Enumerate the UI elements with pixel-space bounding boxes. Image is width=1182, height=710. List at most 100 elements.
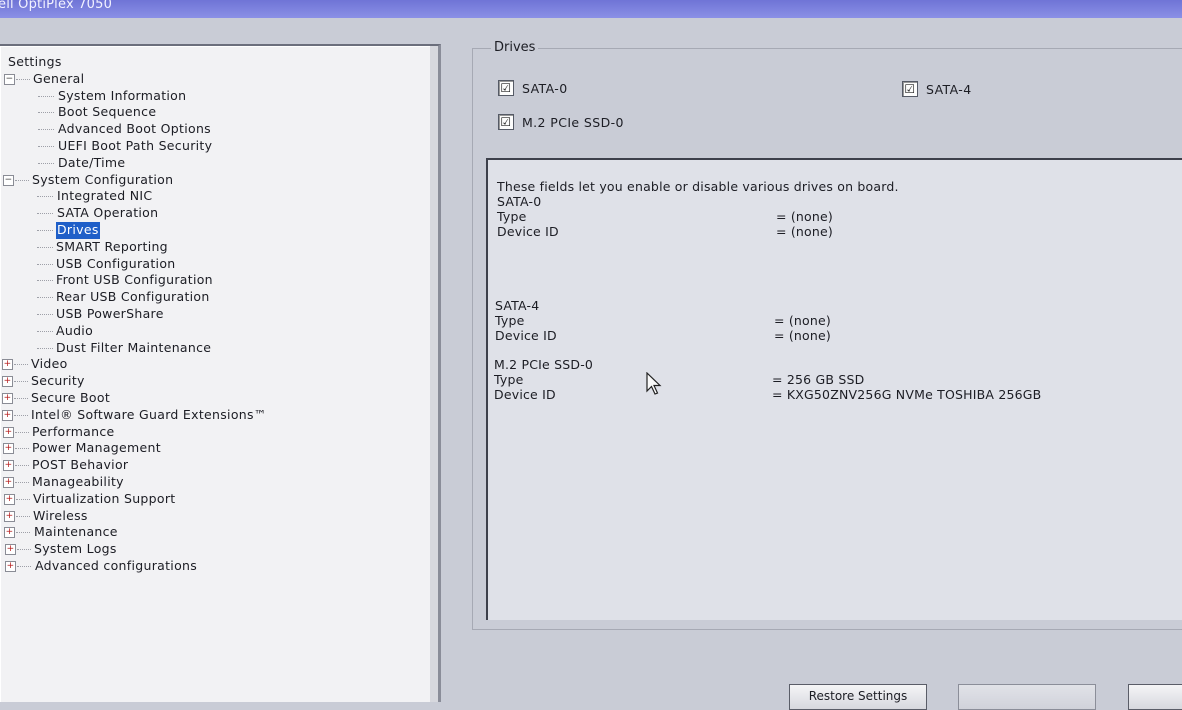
tree-group-label: POST Behavior (32, 457, 129, 473)
tree-item-date-time[interactable]: Date/Time (0, 155, 425, 172)
info-type-label: Type (497, 209, 527, 224)
info-device-id-value: = (none) (776, 224, 833, 239)
sata-4-checkbox-label: SATA-4 (926, 81, 972, 97)
tree-item-audio[interactable]: Audio (0, 323, 425, 340)
tree-connector (38, 129, 54, 131)
tree-item-usb-configuration[interactable]: USB Configuration (0, 256, 425, 273)
tree-item-label: Audio (56, 322, 94, 338)
tree-group-wireless[interactable]: + Wireless (0, 508, 425, 525)
expand-icon[interactable]: + (4, 493, 15, 505)
settings-tree-panel[interactable]: Settings − General System Information Bo… (0, 44, 441, 702)
tree-connector (37, 330, 53, 332)
expand-icon[interactable]: + (3, 443, 14, 455)
tree-group-label: Security (31, 373, 85, 389)
expand-icon[interactable]: + (2, 392, 13, 404)
sata-4-checkbox[interactable]: ☑ SATA-4 (902, 81, 972, 97)
tree-group-system-configuration-label: System Configuration (32, 171, 174, 187)
tree-group-system-configuration[interactable]: − System Configuration (0, 172, 425, 189)
tree-item-label: Integrated NIC (57, 188, 153, 204)
sata-0-checkbox[interactable]: ☑ SATA-0 (498, 80, 568, 96)
checkbox-checked-icon[interactable]: ☑ (498, 80, 514, 96)
expand-icon[interactable]: + (4, 510, 15, 522)
expand-icon[interactable]: + (4, 527, 15, 539)
collapse-icon[interactable]: − (3, 174, 14, 186)
tree-connector (16, 532, 30, 534)
info-type-label: Type (494, 372, 524, 387)
tree-connector (16, 78, 30, 80)
tree-item-label: Boot Sequence (58, 104, 157, 120)
tree-group-power-management[interactable]: + Power Management (0, 440, 425, 457)
tree-group-virtualization-support[interactable]: + Virtualization Support (0, 491, 425, 508)
tree-group-post-behavior[interactable]: + POST Behavior (0, 457, 425, 474)
tree-item-advanced-boot-options[interactable]: Advanced Boot Options (0, 121, 425, 138)
expand-icon[interactable]: + (2, 409, 13, 421)
tree-group-label: Secure Boot (31, 389, 111, 405)
tree-connector (17, 565, 31, 567)
tree-item-dust-filter-maintenance[interactable]: Dust Filter Maintenance (0, 340, 425, 357)
info-device-id-label: Device ID (494, 387, 556, 402)
tree-item-label: Front USB Configuration (56, 272, 213, 288)
tree-group-general[interactable]: − General (0, 71, 425, 88)
settings-tree: Settings − General System Information Bo… (0, 54, 425, 575)
tree-root-label: Settings (8, 54, 62, 69)
tree-group-system-logs[interactable]: + System Logs (0, 541, 425, 558)
tree-item-sata-operation[interactable]: SATA Operation (0, 205, 425, 222)
tree-group-advanced-configurations[interactable]: + Advanced configurations (0, 558, 425, 575)
tree-connector (37, 280, 53, 282)
tree-connector (37, 313, 53, 315)
tree-group-security[interactable]: + Security (0, 373, 425, 390)
tree-group-secure-boot[interactable]: + Secure Boot (0, 390, 425, 407)
tree-connector (37, 246, 53, 248)
checkbox-checked-icon[interactable]: ☑ (902, 81, 918, 97)
tree-connector (38, 112, 54, 114)
tree-item-usb-powershare[interactable]: USB PowerShare (0, 306, 425, 323)
tree-item-front-usb-configuration[interactable]: Front USB Configuration (0, 272, 425, 289)
tree-connector (37, 213, 53, 215)
tree-group-manageability[interactable]: + Manageability (0, 474, 425, 491)
restore-settings-button[interactable]: Restore Settings (789, 684, 927, 710)
expand-icon[interactable]: + (2, 376, 13, 388)
info-device-id-label: Device ID (497, 224, 559, 239)
tree-connector (15, 179, 29, 181)
info-device-id-value: = KXG50ZNV256G NVMe TOSHIBA 256GB (772, 387, 1042, 402)
tree-connector (15, 481, 29, 483)
info-section-name: SATA-0 (497, 194, 542, 209)
tree-connector (14, 364, 28, 366)
tree-group-label: Performance (32, 423, 115, 439)
tree-scroll-track[interactable] (430, 46, 438, 702)
tree-group-label: Virtualization Support (33, 490, 176, 506)
tree-connector (14, 381, 28, 383)
info-type-value: = (none) (774, 313, 831, 328)
tree-group-video[interactable]: + Video (0, 356, 425, 373)
tree-connector (37, 263, 53, 265)
tree-group-label: System Logs (34, 541, 117, 557)
tree-item-integrated-nic[interactable]: Integrated NIC (0, 188, 425, 205)
drive-info-box: These fields let you enable or disable v… (486, 158, 1182, 620)
bottom-button-2[interactable] (958, 684, 1096, 710)
bottom-button-3[interactable] (1128, 684, 1182, 710)
tree-connector (38, 145, 54, 147)
expand-icon[interactable]: + (3, 426, 14, 438)
tree-item-drives[interactable]: Drives (0, 221, 425, 239)
tree-item-uefi-boot-path-security[interactable]: UEFI Boot Path Security (0, 138, 425, 155)
tree-group-performance[interactable]: + Performance (0, 424, 425, 441)
tree-group-maintenance[interactable]: + Maintenance (0, 524, 425, 541)
info-type-value: = 256 GB SSD (772, 372, 865, 387)
tree-item-smart-reporting[interactable]: SMART Reporting (0, 239, 425, 256)
expand-icon[interactable]: + (5, 560, 16, 572)
expand-icon[interactable]: + (3, 460, 14, 472)
expand-icon[interactable]: + (5, 544, 16, 556)
collapse-icon[interactable]: − (4, 73, 15, 85)
expand-icon[interactable]: + (3, 476, 14, 488)
expand-icon[interactable]: + (2, 359, 13, 371)
checkbox-checked-icon[interactable]: ☑ (498, 114, 514, 130)
tree-group-intel-sgx[interactable]: + Intel® Software Guard Extensions™ (0, 407, 425, 424)
m2-pcie-ssd-0-checkbox[interactable]: ☑ M.2 PCIe SSD-0 (498, 114, 624, 130)
tree-item-boot-sequence[interactable]: Boot Sequence (0, 104, 425, 121)
tree-item-system-information[interactable]: System Information (0, 88, 425, 105)
tree-item-rear-usb-configuration[interactable]: Rear USB Configuration (0, 289, 425, 306)
tree-connector (37, 196, 53, 198)
tree-group-label: Intel® Software Guard Extensions™ (31, 406, 267, 422)
m2-pcie-ssd-0-checkbox-label: M.2 PCIe SSD-0 (522, 114, 624, 130)
tree-connector (15, 431, 29, 433)
